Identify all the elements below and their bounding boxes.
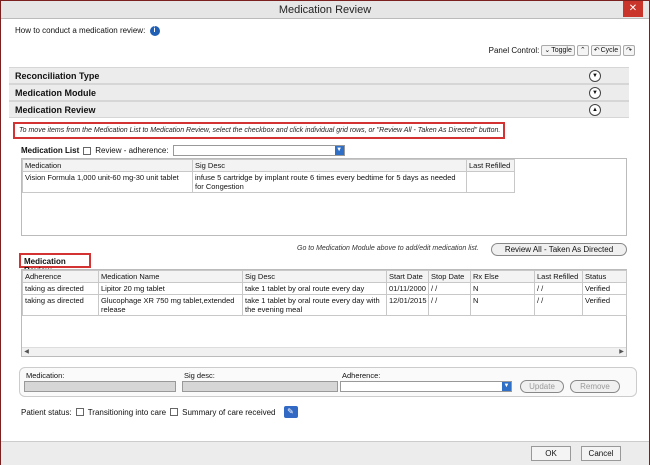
window-title: Medication Review (278, 4, 372, 16)
instruction-notice: To move items from the Medication List t… (13, 122, 505, 139)
adherence-select[interactable]: ▼ (172, 145, 345, 156)
toggle-button[interactable]: ⌄ Toggle (541, 45, 575, 56)
panel-control: Panel Control: ⌄ Toggle ⌃ ↶ Cycle ↷ (489, 45, 635, 56)
chevron-up-icon: ⌃ (579, 47, 586, 54)
howto-text: How to conduct a medication review: (15, 26, 146, 36)
column-header[interactable]: Sig Desc (192, 159, 467, 172)
care-document-icon[interactable]: ✎ (283, 406, 298, 418)
last-refilled-cell (466, 171, 515, 193)
column-header[interactable]: Sig Desc (242, 270, 387, 283)
medication-list-grid: Medication Sig Desc Last Refilled Vision… (21, 158, 627, 236)
patient-status-label: Patient status: (21, 407, 72, 417)
column-header[interactable]: Medication (22, 159, 193, 172)
start-date-cell: 12/01/2015 (386, 294, 429, 316)
update-button[interactable]: Update (520, 380, 564, 393)
medication-review-label: Medication Review (19, 253, 91, 275)
panel-control-label: Panel Control: (488, 46, 540, 55)
column-header[interactable]: Start Date (386, 270, 429, 283)
summary-checkbox[interactable] (170, 408, 179, 416)
table-header-row: Medication Sig Desc Last Refilled (22, 159, 515, 172)
adherence-cell: taking as directed (22, 282, 99, 295)
transitioning-label: Transitioning into care (87, 407, 167, 417)
expand-down-icon[interactable]: ▼ (589, 70, 601, 82)
start-date-cell: 01/11/2000 (386, 282, 429, 295)
cycle-back-button[interactable]: ↷ (623, 45, 635, 56)
table-row[interactable]: taking as directed Glucophage XR 750 mg … (22, 294, 627, 316)
stop-date-cell: / / (428, 282, 471, 295)
panel-medication-module-label: Medication Module (15, 88, 96, 98)
table-header-row: Adherence Medication Name Sig Desc Start… (22, 270, 627, 283)
medication-review-window: Medication Review ✕ How to conduct a med… (0, 0, 650, 465)
panel-medication-module[interactable]: Medication Module ▼ (9, 84, 629, 101)
panel-medication-review-label: Medication Review (15, 105, 96, 115)
sig-desc-field (182, 381, 338, 392)
medication-field (24, 381, 176, 392)
edit-panel: Medication: Sig desc: Adherence: ▼ Updat… (19, 367, 637, 397)
status-cell: Verified (582, 282, 627, 295)
review-adherence-checkbox[interactable] (83, 146, 92, 155)
sig-desc-field-label: Sig desc: (184, 371, 215, 380)
review-adherence-label: Review - adherence: (95, 146, 169, 155)
medication-name-cell: Lipitor 20 mg tablet (98, 282, 243, 295)
sig-cell: infuse 5 cartridge by implant route 6 ti… (192, 171, 467, 193)
column-header[interactable]: Stop Date (428, 270, 471, 283)
rx-else-cell: N (470, 294, 535, 316)
status-cell: Verified (582, 294, 627, 316)
remove-button[interactable]: Remove (570, 380, 620, 393)
goto-module-hint: Go to Medication Module above to add/edi… (297, 245, 479, 252)
expand-down-icon[interactable]: ▼ (589, 87, 601, 99)
horizontal-scrollbar[interactable]: ◀ ▶ (22, 347, 626, 356)
sig-cell: take 1 tablet by oral route every day (242, 282, 387, 295)
medication-field-label: Medication: (26, 371, 65, 380)
transitioning-checkbox[interactable] (75, 408, 84, 416)
panel-reconciliation-type[interactable]: Reconciliation Type ▼ (9, 67, 629, 84)
summary-label: Summary of care received (182, 407, 276, 417)
adherence-cell: taking as directed (22, 294, 99, 316)
sig-cell: take 1 tablet by oral route every day wi… (242, 294, 387, 316)
stop-date-cell: / / (428, 294, 471, 316)
cycle-label: Cycle (600, 47, 619, 54)
scroll-left-icon[interactable]: ◀ (22, 348, 31, 356)
medication-cell: Vision Formula 1,000 unit-60 mg-30 unit … (22, 171, 193, 193)
panel-reconciliation-type-label: Reconciliation Type (15, 71, 100, 81)
adherence-field-label: Adherence: (342, 371, 381, 380)
column-header[interactable]: Adherence (22, 270, 99, 283)
cycle-button[interactable]: ↶ Cycle (590, 45, 622, 56)
column-header[interactable]: Rx Else (470, 270, 535, 283)
scroll-right-icon[interactable]: ▶ (617, 348, 626, 356)
adherence-field[interactable]: ▼ (340, 381, 512, 392)
column-header[interactable]: Status (582, 270, 627, 283)
medication-list-header: Medication List Review - adherence: ▼ (21, 145, 345, 156)
collapse-up-icon[interactable]: ▲ (589, 104, 601, 116)
column-header[interactable]: Last Refilled (466, 159, 515, 172)
column-header[interactable]: Last Refilled (534, 270, 583, 283)
last-refilled-cell: / / (534, 294, 583, 316)
last-refilled-cell: / / (534, 282, 583, 295)
table-row[interactable]: Vision Formula 1,000 unit-60 mg-30 unit … (22, 171, 515, 193)
cancel-button[interactable]: Cancel (581, 446, 621, 461)
chevron-down-icon[interactable]: ▼ (334, 146, 344, 155)
info-icon[interactable]: i (149, 26, 160, 36)
cycle-icon: ↶ (593, 47, 600, 54)
panel-medication-review[interactable]: Medication Review ▲ (9, 101, 629, 118)
ok-button[interactable]: OK (531, 446, 571, 461)
patient-status-row: Patient status: Transitioning into care … (21, 406, 298, 418)
chevron-down-icon[interactable]: ▼ (502, 382, 511, 391)
column-header[interactable]: Medication Name (98, 270, 243, 283)
collapse-up-button[interactable]: ⌃ (576, 45, 589, 56)
dialog-footer: OK Cancel (1, 441, 649, 465)
title-bar: Medication Review ✕ (1, 1, 649, 19)
toggle-label: Toggle (551, 47, 572, 54)
medication-list-label: Medication List (21, 146, 80, 155)
cycle-back-icon: ↷ (626, 47, 632, 54)
close-button[interactable]: ✕ (623, 1, 643, 17)
rx-else-cell: N (470, 282, 535, 295)
howto-text-row: How to conduct a medication review: i (15, 26, 160, 36)
medication-review-grid: Adherence Medication Name Sig Desc Start… (21, 269, 627, 357)
review-all-button[interactable]: Review All - Taken As Directed (491, 243, 627, 256)
toggle-down-icon: ⌄ (544, 47, 551, 54)
table-row[interactable]: taking as directed Lipitor 20 mg tablet … (22, 282, 627, 295)
medication-name-cell: Glucophage XR 750 mg tablet,extended rel… (98, 294, 243, 316)
